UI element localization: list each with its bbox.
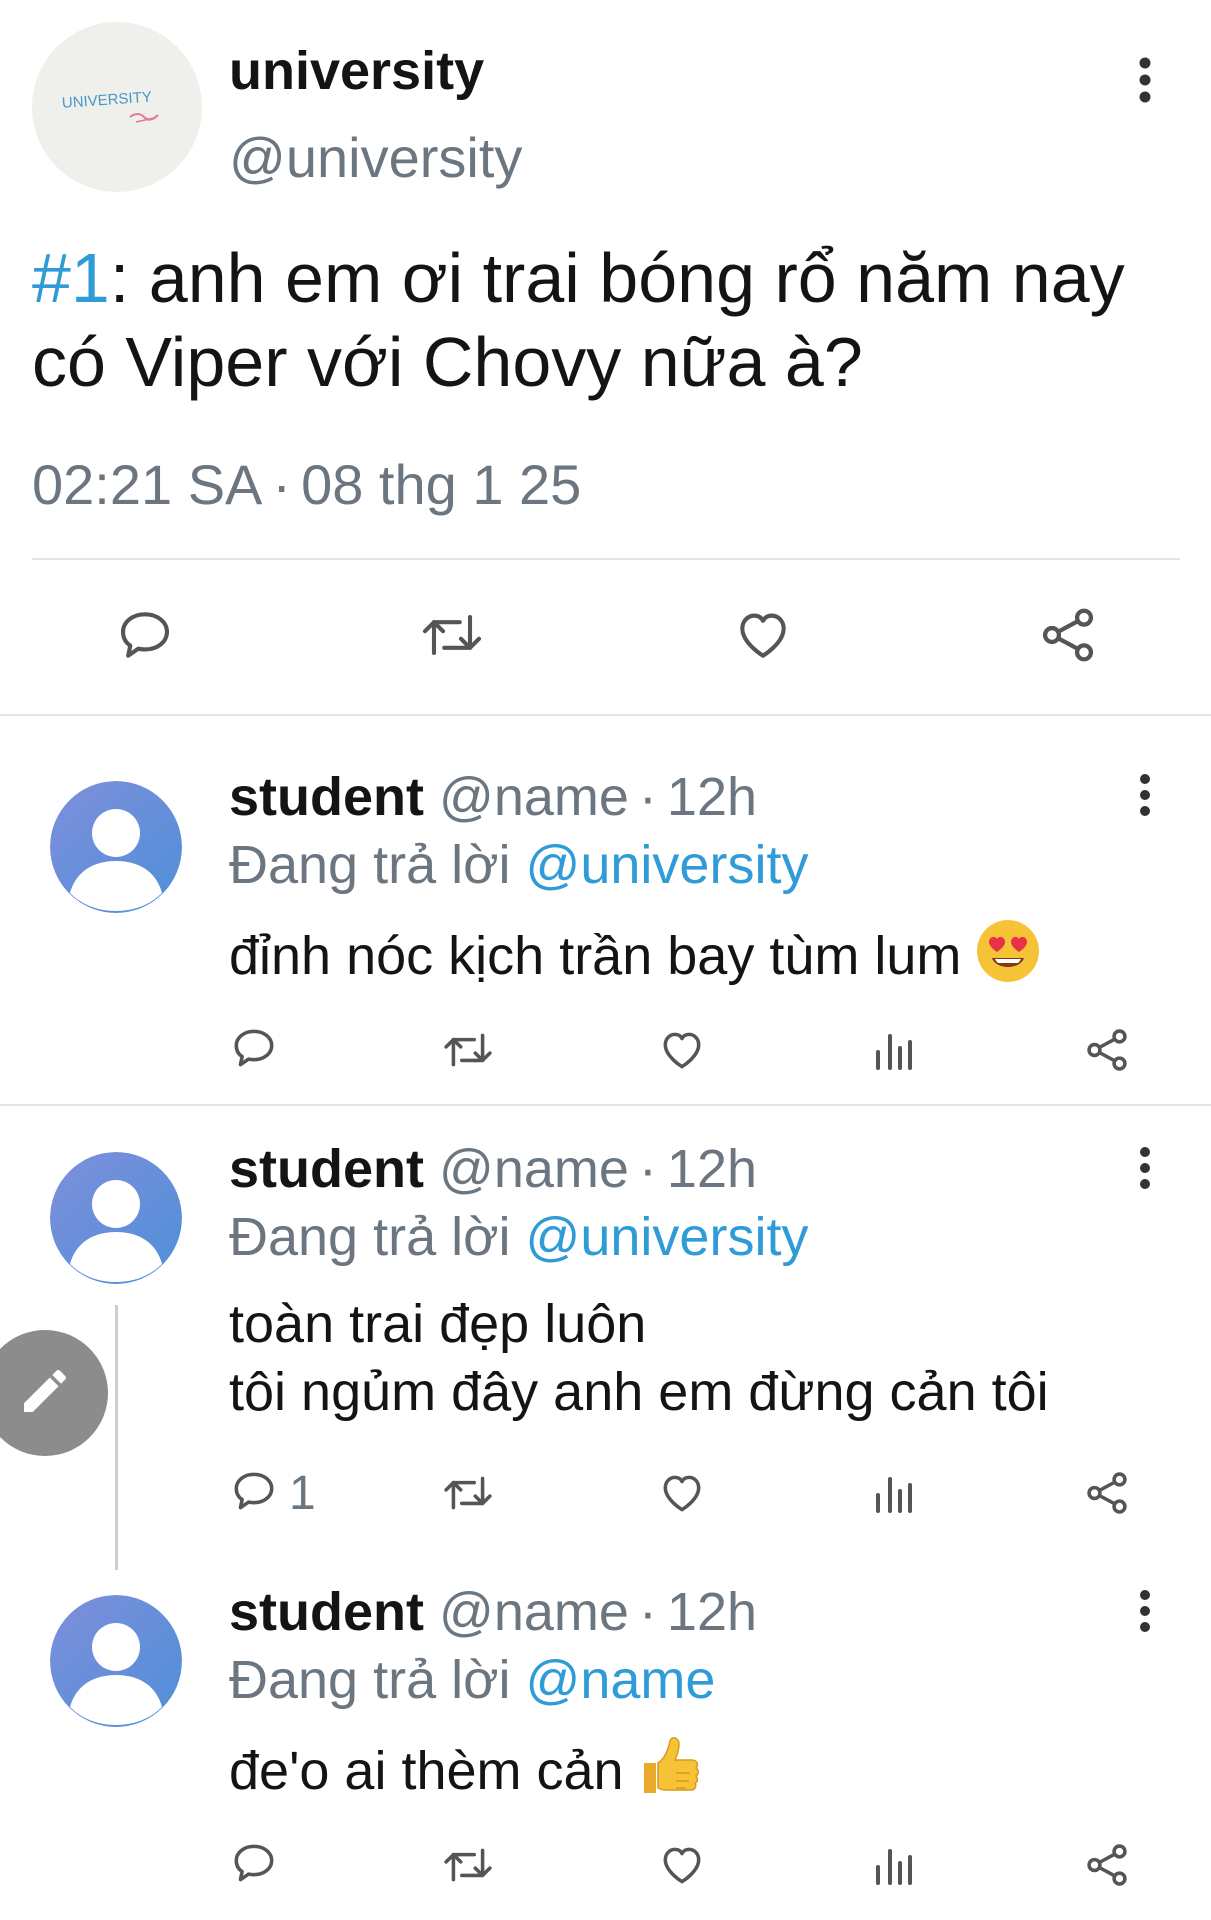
replying-to: Đang trả lời @university [229,1206,808,1268]
reply-action[interactable]: 1 [229,1463,316,1523]
share-icon[interactable] [1082,1835,1132,1895]
replying-to: Đang trả lời @university [229,834,808,896]
divider [0,1104,1211,1106]
share-icon[interactable] [1082,1463,1132,1523]
reply-action[interactable] [229,1020,289,1080]
heart-eyes-emoji [975,918,1041,1000]
reply-line: đe'o ai thèm cản [229,1741,624,1801]
like-icon[interactable] [655,1835,709,1895]
like-icon[interactable] [655,1020,709,1080]
thumbs-up-emoji [638,1733,702,1815]
pencil-icon [17,1363,73,1424]
reply-author-name[interactable]: student [229,767,424,827]
reply-text: đỉnh nóc kịch trần bay tùm lum [229,918,1041,1000]
avatar[interactable] [50,781,182,913]
reply-author-handle[interactable]: @name [439,1582,629,1642]
like-icon[interactable] [725,600,800,670]
analytics-icon[interactable] [872,1020,916,1080]
replying-label: Đang trả lời [229,1207,511,1267]
tweet-date: 08 thg 1 25 [301,453,582,516]
retweet-icon[interactable] [438,1463,498,1523]
separator: · [638,767,657,827]
author-name[interactable]: university [229,40,484,102]
reply-age: 12h [666,767,758,827]
reply-age: 12h [666,1139,758,1199]
reply-header: student @name · 12h [229,766,757,828]
tweet-time: 02:21 SA [32,453,263,516]
reply-action[interactable] [229,1835,289,1895]
reply-author-handle[interactable]: @name [439,767,629,827]
more-options-icon[interactable] [1125,1138,1165,1198]
reply-icon [229,1838,279,1893]
reply-line: đỉnh nóc kịch trần bay tùm lum [229,926,962,986]
divider [32,558,1180,560]
tweet-timestamp: 02:21 SA · 08 thg 1 25 [32,452,581,517]
university-logo: UNIVERSITY [32,22,202,192]
replying-to: Đang trả lời @name [229,1649,715,1711]
more-options-icon[interactable] [1125,1581,1165,1641]
share-icon[interactable] [1030,600,1105,670]
reply-header: student @name · 12h [229,1581,757,1643]
reply-icon [229,1023,279,1078]
reply-author-name[interactable]: student [229,1582,424,1642]
reply-header: student @name · 12h [229,1138,757,1200]
reply-icon[interactable] [110,600,180,670]
separator: · [272,453,292,516]
mention-link[interactable]: @university [526,835,809,895]
share-icon[interactable] [1082,1020,1132,1080]
avatar[interactable] [50,1152,182,1284]
avatar[interactable] [50,1595,182,1727]
tweet-body: : anh em ơi trai bóng rổ năm nay có Vipe… [32,239,1125,401]
divider [0,714,1211,716]
compose-button[interactable] [0,1330,108,1456]
reply-age: 12h [666,1582,758,1642]
analytics-icon[interactable] [872,1463,916,1523]
reply-line: tôi ngủm đây anh em đừng cản tôi [229,1362,1049,1422]
thread-line [115,1305,118,1570]
retweet-icon[interactable] [412,600,492,670]
replying-label: Đang trả lời [229,835,511,895]
more-options-icon[interactable] [1125,765,1165,825]
replying-label: Đang trả lời [229,1650,511,1710]
tweet-text: #1: anh em ơi trai bóng rổ năm nay có Vi… [32,236,1162,404]
mention-link[interactable]: @name [526,1650,716,1710]
reply-text: toàn trai đẹp luôn tôi ngủm đây anh em đ… [229,1290,1049,1426]
separator: · [638,1582,657,1642]
reply-text: đe'o ai thèm cản [229,1733,702,1815]
reply-line: toàn trai đẹp luôn [229,1294,647,1354]
like-icon[interactable] [655,1463,709,1523]
author-avatar[interactable]: UNIVERSITY [32,22,202,192]
reply-author-handle[interactable]: @name [439,1139,629,1199]
reply-icon [229,1466,279,1521]
mention-link[interactable]: @university [526,1207,809,1267]
analytics-icon[interactable] [872,1835,916,1895]
reply-author-name[interactable]: student [229,1139,424,1199]
more-options-icon[interactable] [1125,50,1165,110]
author-handle[interactable]: @university [229,125,522,190]
retweet-icon[interactable] [438,1835,498,1895]
separator: · [638,1139,657,1199]
retweet-icon[interactable] [438,1020,498,1080]
hashtag-link[interactable]: #1 [32,239,110,317]
reply-count: 1 [289,1466,316,1520]
